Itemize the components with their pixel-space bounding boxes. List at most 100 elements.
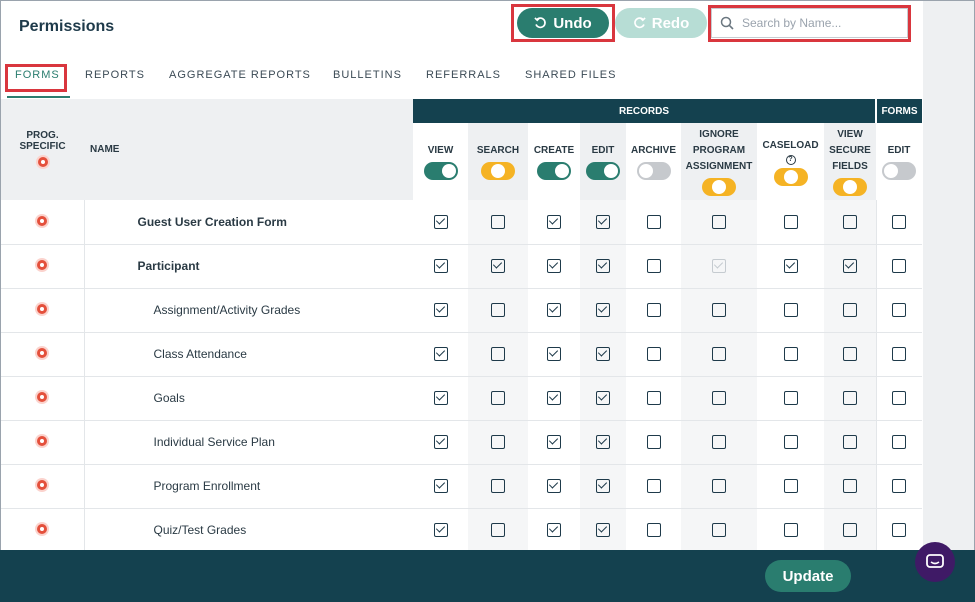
permission-checkbox[interactable] [783,478,798,493]
permission-checkbox[interactable] [491,302,505,317]
permission-checkbox[interactable] [842,258,857,273]
permission-checkbox[interactable] [547,522,561,537]
target-icon[interactable] [37,156,48,167]
tab-bulletins[interactable]: BULLETINS [333,69,402,81]
permission-checkbox[interactable] [433,258,448,273]
permission-checkbox[interactable] [842,478,857,493]
permission-checkbox[interactable] [433,478,448,493]
permission-checkbox[interactable] [596,214,610,229]
permission-checkbox[interactable] [646,214,661,229]
archive-all-toggle[interactable] [636,162,671,180]
caseload-all-toggle[interactable] [773,167,808,186]
permission-checkbox[interactable] [547,390,561,405]
permission-checkbox[interactable] [712,434,726,449]
permission-checkbox[interactable] [712,522,726,537]
permission-checkbox[interactable] [892,258,907,273]
permission-checkbox[interactable] [646,258,661,273]
target-icon[interactable] [37,436,48,446]
permission-checkbox[interactable] [712,478,726,493]
permission-checkbox[interactable] [842,214,857,229]
redo-button[interactable]: Redo [615,8,707,38]
permission-checkbox[interactable] [842,346,857,361]
permission-checkbox[interactable] [712,214,726,229]
permission-checkbox[interactable] [892,434,907,449]
target-icon[interactable] [37,392,48,402]
permission-checkbox[interactable] [547,258,561,273]
permission-checkbox[interactable] [547,302,561,317]
permission-checkbox[interactable] [547,478,561,493]
permission-checkbox[interactable] [842,390,857,405]
permission-checkbox[interactable] [596,478,610,493]
target-icon[interactable] [37,304,48,314]
permission-checkbox[interactable] [892,522,907,537]
permission-checkbox[interactable] [646,390,661,405]
chat-launcher[interactable] [915,542,955,582]
permission-checkbox[interactable] [433,346,448,361]
permission-checkbox[interactable] [712,346,726,361]
help-icon[interactable]: ? [785,154,796,165]
permission-checkbox[interactable] [892,390,907,405]
view-all-toggle[interactable] [423,162,458,180]
permission-checkbox[interactable] [646,478,661,493]
permission-checkbox[interactable] [433,214,448,229]
permission-checkbox[interactable] [783,522,798,537]
permission-checkbox[interactable] [491,214,505,229]
permission-checkbox[interactable] [491,478,505,493]
permission-checkbox[interactable] [491,390,505,405]
ignore-assignment-all-toggle[interactable] [702,178,736,196]
permission-checkbox[interactable] [783,346,798,361]
permission-checkbox[interactable] [783,214,798,229]
permission-checkbox[interactable] [596,434,610,449]
permission-checkbox[interactable] [783,258,798,273]
permission-checkbox[interactable] [491,346,505,361]
tab-shared-files[interactable]: SHARED FILES [525,69,616,81]
permission-checkbox[interactable] [433,302,448,317]
permission-checkbox[interactable] [783,302,798,317]
target-icon[interactable] [37,348,48,358]
permission-checkbox[interactable] [433,390,448,405]
edit-all-toggle[interactable] [586,162,620,180]
permission-cell [413,376,468,421]
permission-checkbox[interactable] [892,346,907,361]
permission-checkbox[interactable] [783,390,798,405]
permission-checkbox[interactable] [892,478,907,493]
permission-checkbox[interactable] [547,214,561,229]
tab-referrals[interactable]: REFERRALS [426,69,501,81]
permission-checkbox[interactable] [596,390,610,405]
permission-checkbox[interactable] [892,302,907,317]
permission-checkbox[interactable] [712,390,726,405]
search-all-toggle[interactable] [481,162,515,180]
permission-checkbox[interactable] [712,302,726,317]
permission-checkbox[interactable] [596,258,610,273]
permission-checkbox[interactable] [547,434,561,449]
tab-reports[interactable]: REPORTS [85,69,145,81]
create-all-toggle[interactable] [537,162,571,180]
permission-checkbox[interactable] [646,302,661,317]
permission-checkbox[interactable] [646,522,661,537]
permission-checkbox[interactable] [433,522,448,537]
target-icon[interactable] [37,215,48,226]
permission-checkbox[interactable] [646,434,661,449]
permission-checkbox[interactable] [842,522,857,537]
tab-aggregate-reports[interactable]: AGGREGATE REPORTS [169,69,311,81]
secure-fields-all-toggle[interactable] [833,178,867,196]
permission-checkbox[interactable] [646,346,661,361]
permission-checkbox[interactable] [596,522,610,537]
permission-checkbox[interactable] [842,302,857,317]
target-icon[interactable] [37,260,48,270]
permission-checkbox[interactable] [596,346,610,361]
permission-checkbox[interactable] [491,434,505,449]
permission-checkbox[interactable] [547,346,561,361]
permission-checkbox[interactable] [491,522,505,537]
col-forms-edit-label: EDIT [887,145,911,156]
target-icon[interactable] [37,524,48,534]
update-button[interactable]: Update [765,560,851,592]
forms-edit-all-toggle[interactable] [882,162,916,180]
permission-checkbox[interactable] [892,214,907,229]
permission-checkbox[interactable] [491,258,505,273]
permission-checkbox[interactable] [433,434,448,449]
permission-checkbox[interactable] [783,434,798,449]
permission-checkbox[interactable] [842,434,857,449]
permission-checkbox[interactable] [596,302,610,317]
target-icon[interactable] [37,480,48,490]
